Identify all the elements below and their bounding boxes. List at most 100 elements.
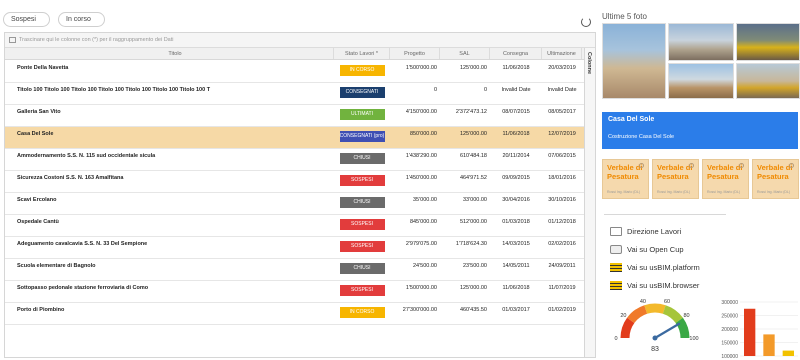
row-status-cell: SOSPESI: [334, 237, 390, 258]
row-ultimazione: 11/07/2019: [548, 285, 576, 291]
filter-sospesi[interactable]: Sospesi: [3, 12, 50, 27]
status-badge: SOSPESI: [339, 285, 385, 296]
gauge-needle: [653, 322, 681, 340]
photo-thumbnail[interactable]: [602, 23, 666, 99]
status-badge: CHIUSI: [339, 197, 385, 208]
detail-panel: Ultime 5 foto Casa Del Sole Costruzione …: [600, 0, 800, 360]
row-status-cell: CHIUSI: [334, 149, 390, 170]
row-consegna: 30/04/2016: [502, 197, 530, 203]
verbale-card[interactable]: Verbale di Pesatura Rossi Ing. Mario (DL): [652, 159, 699, 199]
status-badge: CHIUSI: [339, 263, 385, 274]
table-row[interactable]: Sottopasso pedonale stazione ferroviaria…: [5, 281, 585, 303]
gauge-segment: [644, 303, 666, 314]
gauge-tick-label: 0: [614, 336, 617, 342]
row-consegna: 11/06/2018: [502, 285, 530, 291]
table-row[interactable]: Scuola elementare di Bagnolo CHIUSI 24'500…: [5, 259, 585, 281]
projects-panel: Sospesi In corso Trascinare qui le colon…: [0, 0, 596, 360]
row-progetto: 27'300'000.00: [402, 307, 437, 313]
header-ultimazione[interactable]: Ultimazione: [542, 48, 582, 59]
row-ultimazione: 18/01/2016: [548, 175, 576, 181]
gauge-segment: [662, 305, 683, 324]
photo-thumbnail[interactable]: [668, 23, 734, 61]
info-icon[interactable]: [739, 163, 744, 168]
group-drop-area[interactable]: Trascinare qui le colonne con (*) per il…: [5, 33, 595, 48]
gauge-segment: [675, 317, 690, 339]
table-row[interactable]: Ospedale Cantù SOSPESI 845'000.00 512'000.0…: [5, 215, 585, 237]
row-title: Sicurezza Costoni S.S. N. 163 Amalfitana: [17, 175, 124, 181]
status-badge: ULTIMATI: [339, 109, 385, 120]
info-icon[interactable]: [789, 163, 794, 168]
verbale-title: Verbale di Pesatura: [657, 163, 693, 181]
verbale-author: Rossi Ing. Mario (DL): [657, 190, 691, 194]
row-status-cell: CONSEGNATI (pro): [334, 127, 390, 148]
header-progetto[interactable]: Progetto: [390, 48, 440, 59]
row-sal: 0: [483, 87, 487, 93]
quick-link[interactable]: Vai su Open Cup: [610, 240, 700, 258]
header-title[interactable]: Titolo: [5, 48, 334, 59]
y-tick-label: 150000: [721, 341, 738, 347]
table-row[interactable]: Adeguamento cavalcavia S.S. N. 33 Del Se…: [5, 237, 585, 259]
table-row[interactable]: Titolo 100 Titolo 100 Titolo 100 Titolo …: [5, 83, 585, 105]
table-row[interactable]: Casa Del Sole CONSEGNATI (pro) 850'000.00 1…: [5, 127, 585, 149]
verbale-card[interactable]: Verbale di Pesatura Rossi Ing. Mario (DL): [752, 159, 799, 199]
row-sal: 125'000.00: [459, 131, 487, 137]
row-sal: 464'971.52: [459, 175, 487, 181]
info-icon[interactable]: [639, 163, 644, 168]
y-tick-label: 300000: [721, 300, 738, 306]
quick-link[interactable]: Vai su usBIM.platform: [610, 258, 700, 276]
selected-project-card[interactable]: Casa Del Sole Costruzione Casa Del Sole: [602, 112, 798, 149]
status-filters: Sospesi In corso: [3, 12, 105, 27]
photo-thumbnail[interactable]: [668, 63, 734, 99]
row-status-cell: IN CORSO: [334, 61, 390, 82]
gauge-tick-label: 80: [683, 313, 689, 319]
row-sal: 125'000.00: [459, 65, 487, 71]
row-ultimazione: 12/07/2019: [548, 131, 576, 137]
status-badge: IN CORSO: [339, 307, 385, 318]
projects-grid: Trascinare qui le colonne con (*) per il…: [4, 32, 596, 358]
verbale-card[interactable]: Verbale di Pesatura Rossi Ing. Mario (DL): [602, 159, 649, 199]
row-progetto: 1'500'000.00: [405, 65, 437, 71]
header-sal[interactable]: SAL: [440, 48, 490, 59]
verbale-title: Verbale di Pesatura: [707, 163, 743, 181]
usbim-icon: [610, 280, 622, 290]
columns-side-tab[interactable]: Colonne: [584, 48, 595, 357]
row-title: Scuola elementare di Bagnolo: [17, 263, 96, 269]
refresh-icon[interactable]: [581, 17, 591, 27]
status-badge: CONSEGNATI: [339, 87, 385, 98]
row-status-cell: IN CORSO: [334, 303, 390, 324]
gauge-tick-label: 40: [640, 299, 646, 305]
table-row[interactable]: Galleria San Vito ULTIMATI 4'150'000.00 2'3…: [5, 105, 585, 127]
header-stato[interactable]: Stato Lavori *: [334, 48, 390, 59]
info-icon[interactable]: [689, 163, 694, 168]
y-tick-label: 200000: [721, 327, 738, 333]
selected-project-title: Casa Del Sole: [608, 116, 655, 123]
divider: [604, 214, 726, 215]
verbale-title: Verbale di Pesatura: [607, 163, 643, 181]
row-consegna: 11/06/2018: [502, 65, 530, 71]
verbale-author: Rossi Ing. Mario (DL): [607, 190, 641, 194]
filter-in-corso[interactable]: In corso: [58, 12, 105, 27]
row-consegna: 01/03/2017: [502, 307, 530, 313]
row-consegna: 20/11/2014: [502, 153, 530, 159]
group-hint: Trascinare qui le colonne con (*) per il…: [19, 37, 174, 43]
photo-thumbnail[interactable]: [736, 63, 800, 99]
y-tick-label: 100000: [721, 354, 738, 360]
bar: [763, 334, 775, 356]
row-status-cell: SOSPESI: [334, 171, 390, 192]
row-consegna: 01/03/2018: [502, 219, 530, 225]
row-title: Ospedale Cantù: [17, 219, 59, 225]
row-ultimazione: 02/02/2016: [548, 241, 576, 247]
status-badge: SOSPESI: [339, 241, 385, 252]
row-title: Ammodernamento S.S. N. 115 sud occidenta…: [17, 153, 156, 159]
verbale-card[interactable]: Verbale di Pesatura Rossi Ing. Mario (DL): [702, 159, 749, 199]
row-title: Galleria San Vito: [17, 109, 61, 115]
table-row[interactable]: Ammodernamento S.S. N. 115 sud occidenta…: [5, 149, 585, 171]
row-sal: 2'372'473.12: [455, 109, 487, 115]
header-consegna[interactable]: Consegna: [490, 48, 542, 59]
quick-link[interactable]: Direzione Lavori: [610, 222, 700, 240]
photo-thumbnail[interactable]: [736, 23, 800, 61]
table-row[interactable]: Scavi Ercolano CHIUSI 35'000.00 33'000.00 30…: [5, 193, 585, 215]
table-row[interactable]: Ponte Della Navetta IN CORSO 1'500'000.00 1…: [5, 61, 585, 83]
table-row[interactable]: Sicurezza Costoni S.S. N. 163 Amalfitana…: [5, 171, 585, 193]
table-row[interactable]: Porto di Piombino IN CORSO 27'300'000.00 46…: [5, 303, 585, 325]
